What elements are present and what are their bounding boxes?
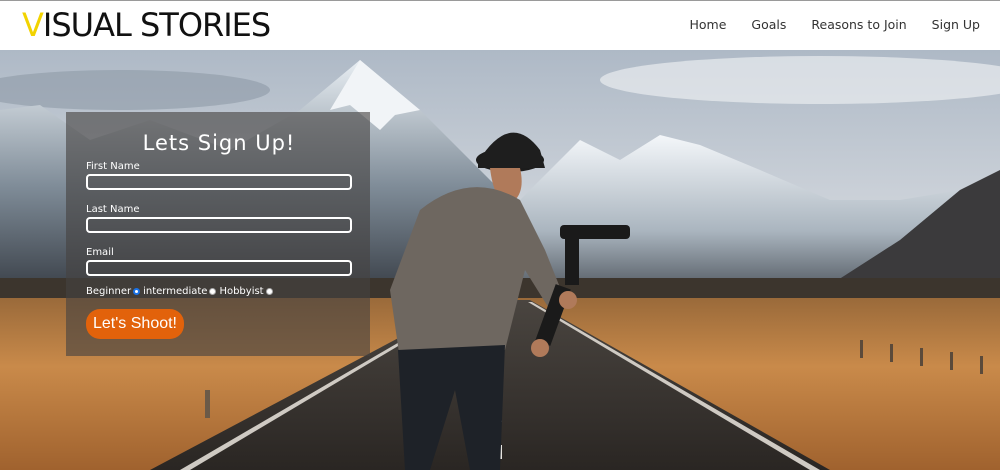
brand-logo-text: ISUAL STORIES [42, 6, 271, 44]
last-name-label: Last Name [86, 204, 140, 215]
last-name-input[interactable] [86, 217, 352, 233]
email-label: Email [86, 247, 114, 258]
form-title: Lets Sign Up! [142, 131, 296, 155]
nav-links: Home Goals Reasons to Join Sign Up [689, 17, 980, 32]
radio-beginner[interactable] [133, 288, 141, 295]
experience-level-group: Beginner intermediate Hobbyist [86, 286, 352, 297]
radio-hobbyist[interactable] [265, 288, 273, 295]
first-name-input[interactable] [86, 174, 352, 190]
level-label-hobbyist: Hobbyist [219, 286, 264, 297]
nav-link-goals[interactable]: Goals [751, 17, 786, 32]
nav-link-sign-up[interactable]: Sign Up [932, 17, 980, 32]
nav-link-reasons-to-join[interactable]: Reasons to Join [811, 17, 906, 32]
radio-intermediate[interactable] [209, 288, 217, 295]
top-navbar: VISUAL STORIES Home Goals Reasons to Joi… [0, 0, 1000, 50]
hero-banner: Lets Sign Up! First Name Last Name Email… [0, 50, 1000, 470]
level-label-intermediate: intermediate [143, 286, 208, 297]
signup-form-panel: Lets Sign Up! First Name Last Name Email… [66, 112, 370, 356]
email-input[interactable] [86, 260, 352, 276]
level-label-beginner: Beginner [86, 286, 132, 297]
lets-shoot-button[interactable]: Let's Shoot! [86, 309, 184, 339]
brand-logo[interactable]: VISUAL STORIES [22, 6, 271, 44]
nav-link-home[interactable]: Home [689, 17, 726, 32]
first-name-label: First Name [86, 161, 140, 172]
brand-logo-accent-letter: V [22, 6, 44, 44]
